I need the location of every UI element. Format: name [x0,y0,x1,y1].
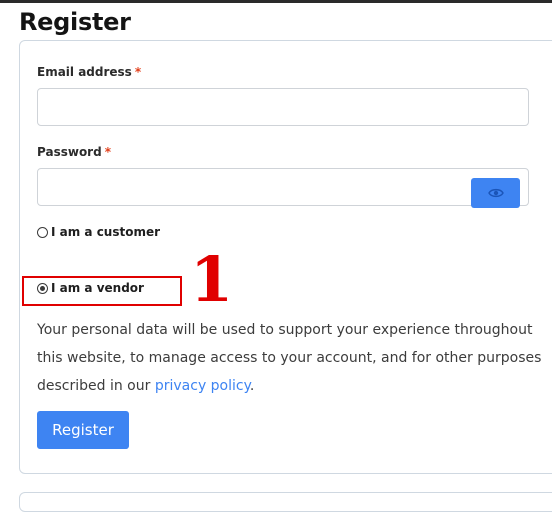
privacy-notice: Your personal data will be used to suppo… [37,316,552,400]
annotation-marker: 1 [190,243,234,316]
email-label-text: Email address [37,65,132,79]
privacy-text: Your personal data will be used to suppo… [37,322,542,394]
privacy-end: . [249,378,255,394]
role-option-customer[interactable]: I am a customer [37,225,160,239]
email-field[interactable] [37,88,529,126]
password-label-text: Password [37,145,102,159]
email-required-mark: * [134,65,142,79]
password-label: Password * [37,145,111,159]
show-password-button[interactable] [471,178,520,208]
page-title: Register [19,8,131,36]
privacy-policy-link[interactable]: privacy policy [155,378,250,394]
email-label: Email address * [37,65,141,79]
top-divider [0,0,552,3]
vendor-highlight-box [22,276,182,306]
next-section-panel [19,492,552,512]
customer-radio[interactable] [37,226,48,238]
password-field[interactable] [37,168,529,206]
password-required-mark: * [104,145,111,159]
customer-label: I am a customer [51,225,161,239]
eye-icon [487,188,504,198]
register-button[interactable]: Register [37,411,129,449]
